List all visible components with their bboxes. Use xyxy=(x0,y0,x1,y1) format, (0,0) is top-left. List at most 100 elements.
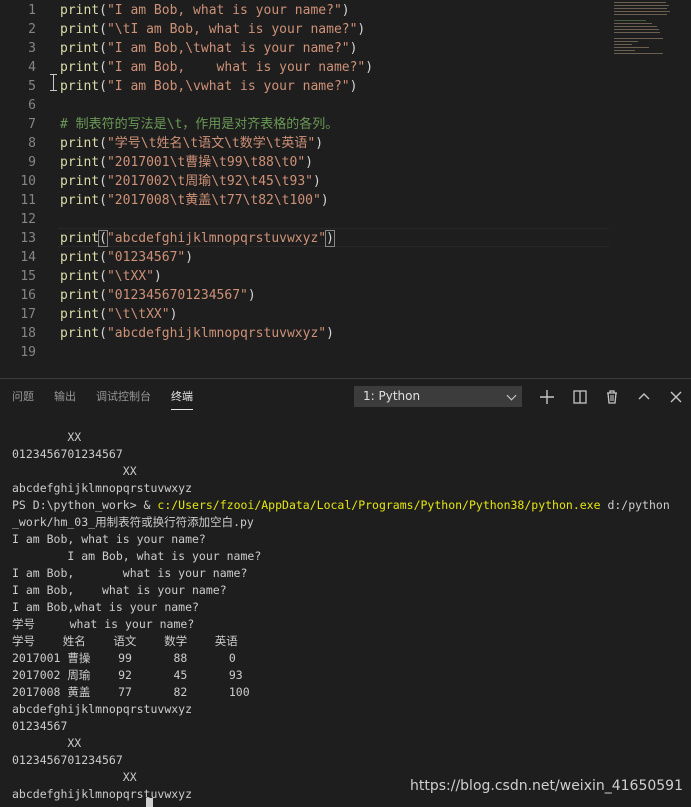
code-token: print xyxy=(60,22,100,37)
tab-problems[interactable]: 问题 xyxy=(12,390,34,404)
script-path-arg: d:/python xyxy=(600,498,670,512)
minimap-line xyxy=(614,32,661,33)
line-number: 3 xyxy=(28,41,36,56)
code-token: "I am Bob, what is your name?" xyxy=(106,60,366,75)
line-number: 7 xyxy=(28,117,36,132)
line-number: 8 xyxy=(28,136,36,151)
code-token: ( xyxy=(99,41,107,56)
minimap-line xyxy=(614,38,663,39)
code-token: ( xyxy=(99,250,107,265)
minimap-line xyxy=(614,11,670,12)
text-cursor-ibeam-icon xyxy=(50,74,57,91)
code-token: "I am Bob, what is your name?" xyxy=(106,3,342,18)
code-token: "2017002\t周瑜\t92\t45\t93" xyxy=(106,174,313,189)
code-token: ) xyxy=(320,193,329,208)
line-number: 16 xyxy=(20,288,36,303)
terminal-line: 0123456701234567 xyxy=(12,753,123,767)
code-token: "\t\tXX" xyxy=(106,307,170,322)
code-token: ( xyxy=(99,193,107,208)
code-token: ( xyxy=(99,155,107,170)
code-token: ) xyxy=(169,307,178,322)
line-number: 11 xyxy=(20,193,36,208)
minimap-line xyxy=(614,14,668,15)
code-token: ( xyxy=(99,288,107,303)
code-token: ) xyxy=(312,174,321,189)
code-text: print("I am Bob, what is your name?") xyxy=(60,58,373,77)
code-token: ) xyxy=(305,155,313,170)
minimap-line xyxy=(614,41,638,42)
code-text: print("\tI am Bob, what is your name?") xyxy=(60,20,365,39)
line-number: 5 xyxy=(28,79,36,94)
terminal-line: XX xyxy=(12,736,82,750)
code-text: print("2017002\t周瑜\t92\t45\t93") xyxy=(60,172,321,191)
code-token: print xyxy=(60,60,100,75)
code-text: print("abcdefghijklmnopqrstuvwxyz") xyxy=(60,229,335,248)
plus-icon[interactable] xyxy=(537,387,557,407)
tab-output[interactable]: 输出 xyxy=(54,390,76,404)
code-token: ) xyxy=(185,250,194,265)
code-token: print xyxy=(60,155,100,170)
code-token: ) xyxy=(349,41,358,56)
code-token: "I am Bob,\twhat is your name?" xyxy=(106,41,350,56)
code-text: print("abcdefghijklmnopqrstuvwxyz") xyxy=(60,324,334,343)
code-token: ( xyxy=(99,174,107,189)
terminal-output[interactable]: XX 0123456701234567 XX abcdefghijklmnopqrs… xyxy=(0,415,691,807)
minimap-line xyxy=(614,53,663,54)
code-token: "abcdefghijklmnopqrstuvwxyz" xyxy=(106,326,327,341)
code-token: print xyxy=(60,136,100,151)
code-token: ) xyxy=(153,269,162,284)
trash-icon[interactable] xyxy=(602,387,622,407)
code-token: "abcdefghijklmnopqrstuvwxyz" xyxy=(106,231,327,246)
line-number: 17 xyxy=(20,307,36,322)
terminal-cursor xyxy=(146,798,153,807)
terminal-line: XX xyxy=(12,464,137,478)
code-token: "\tI am Bob, what is your name?" xyxy=(106,22,358,37)
code-text: print("I am Bob,\vwhat is your name?") xyxy=(60,77,357,96)
line-number: 1 xyxy=(28,3,36,18)
code-token: ( xyxy=(99,307,107,322)
line-number: 10 xyxy=(20,174,36,189)
line-number: 12 xyxy=(20,212,36,227)
minimap-line xyxy=(614,23,652,24)
terminal-line: I am Bob, what is your name? xyxy=(12,532,206,546)
code-editor[interactable]: 1 print("I am Bob, what is your name?") 2 p… xyxy=(0,0,691,378)
terminal-selector-value: 1: Python xyxy=(363,389,421,403)
code-token: ( xyxy=(99,3,107,18)
terminal-line: abcdefghijklmnopqrstuvwxyz xyxy=(12,702,193,716)
code-token: ( xyxy=(99,79,107,94)
code-text: print("0123456701234567") xyxy=(60,286,256,305)
code-token: "0123456701234567" xyxy=(106,288,248,303)
line-number: 13 xyxy=(20,231,36,246)
code-token: "01234567" xyxy=(106,250,186,265)
close-icon[interactable] xyxy=(666,387,686,407)
terminal-line: XX xyxy=(12,770,137,784)
terminal-selector[interactable]: 1: Python xyxy=(354,386,522,407)
code-token: ) xyxy=(325,230,335,247)
tab-debug-console[interactable]: 调试控制台 xyxy=(96,390,151,404)
line-number: 4 xyxy=(28,60,36,75)
python-exe-path: c:/Users/fzooi/AppData/Local/Programs/Py… xyxy=(157,498,601,512)
chevron-up-icon[interactable] xyxy=(634,387,654,407)
panel-header: 问题 输出 调试控制台 终端 1: Python xyxy=(0,379,691,415)
code-token: ) xyxy=(341,3,350,18)
minimap-line xyxy=(614,2,666,3)
chevron-down-icon xyxy=(506,390,517,401)
code-token: ( xyxy=(99,60,107,75)
minimap-line xyxy=(614,50,635,51)
minimap[interactable] xyxy=(614,2,682,54)
minimap-line xyxy=(614,29,659,30)
split-terminal-icon[interactable] xyxy=(570,387,590,407)
code-text: print("2017008\t黄盖\t77\t82\t100") xyxy=(60,191,329,210)
minimap-line xyxy=(614,5,669,6)
terminal-line: I am Bob, what is your name? xyxy=(12,583,227,597)
line-number: 18 xyxy=(20,326,36,341)
tab-terminal[interactable]: 终端 xyxy=(171,390,193,410)
code-token: "I am Bob,\vwhat is your name?" xyxy=(106,79,350,94)
terminal-line: PS D:\python_work> & c:/Users/fzooi/AppD… xyxy=(12,497,670,514)
code-token: "学号\t姓名\t语文\t数学\t英语" xyxy=(106,136,316,151)
code-token: ) xyxy=(247,288,256,303)
code-token: print xyxy=(60,288,100,303)
minimap-line xyxy=(614,20,647,21)
code-text: print("\t\tXX") xyxy=(60,305,177,324)
minimap-line xyxy=(614,44,633,45)
